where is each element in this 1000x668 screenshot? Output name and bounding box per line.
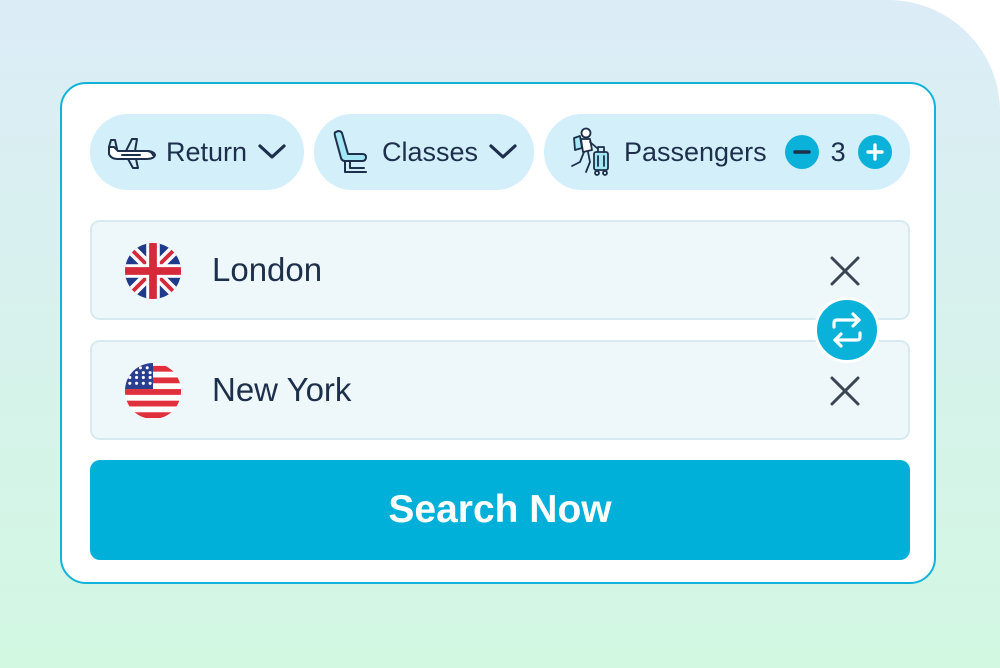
search-now-button[interactable]: Search Now: [90, 460, 910, 560]
passengers-selector: Passengers 3: [544, 114, 910, 190]
minus-icon: [792, 150, 811, 154]
flight-search-card: Return Classes Passengers 3 London New Y…: [60, 82, 936, 584]
trip-type-dropdown[interactable]: Return: [90, 114, 304, 190]
origin-value: London: [212, 251, 323, 288]
destination-field[interactable]: New York: [90, 340, 910, 440]
airplane-icon: [106, 132, 158, 172]
clear-destination-button[interactable]: [828, 374, 862, 408]
trip-type-label: Return: [166, 136, 248, 167]
destination-value: New York: [212, 371, 352, 408]
swap-locations-button[interactable]: [814, 297, 880, 363]
chevron-down-icon: [488, 142, 518, 162]
plus-icon: [865, 143, 884, 161]
us-flag-icon: [124, 362, 182, 420]
seat-icon: [330, 128, 374, 176]
cabin-class-dropdown[interactable]: Classes: [314, 114, 534, 190]
decrement-passengers-button[interactable]: [784, 135, 819, 169]
uk-flag-icon: [124, 242, 182, 300]
clear-origin-button[interactable]: [828, 254, 862, 288]
passenger-count: 3: [830, 136, 846, 167]
chevron-down-icon: [257, 142, 287, 162]
swap-arrows-icon: [832, 312, 862, 348]
passengers-label: Passengers: [624, 136, 767, 167]
increment-passengers-button[interactable]: [857, 135, 892, 169]
cabin-class-label: Classes: [382, 136, 479, 167]
traveler-icon: [566, 126, 612, 178]
origin-field[interactable]: London: [90, 220, 910, 320]
